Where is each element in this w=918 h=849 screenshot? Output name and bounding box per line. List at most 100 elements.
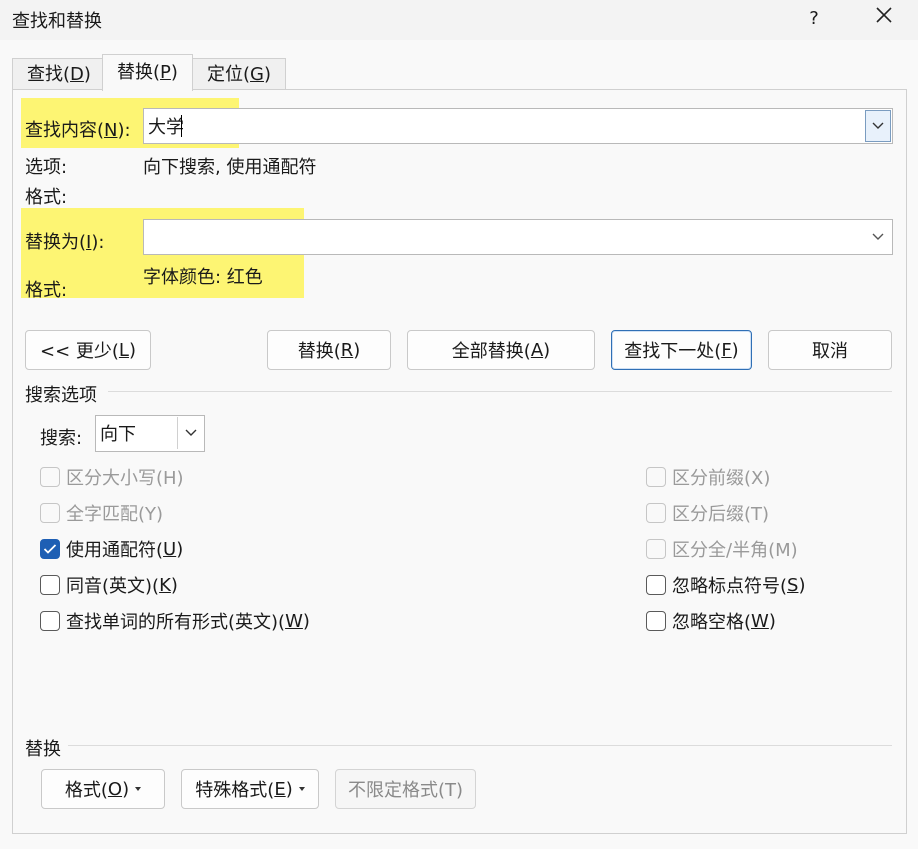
search-direction-value: 向下 [100, 424, 136, 445]
options-label: 选项: [25, 157, 68, 178]
whole-word-checkbox[interactable]: 全字匹配(Y) [40, 500, 163, 526]
text-caret [181, 115, 182, 137]
checkbox-box [646, 539, 666, 559]
replace-with-input[interactable] [143, 219, 893, 255]
tab-goto-suffix: ) [263, 64, 272, 85]
search-direction-label: 搜索: [40, 428, 83, 449]
replace-format-value: 字体颜色: 红色 [143, 267, 263, 288]
all-word-forms-label-text: 查找单词的所有形式(英文)( [66, 612, 286, 633]
use-wildcards-checkbox[interactable]: 使用通配符(U) [40, 536, 183, 562]
sounds-like-checkbox[interactable]: 同音(英文)(K) [40, 572, 178, 598]
find-history-dropdown[interactable] [865, 110, 891, 142]
find-next-button[interactable]: 查找下一处(F) [611, 330, 752, 370]
tab-find[interactable]: 查找(D) [12, 58, 106, 90]
checkbox-box [40, 611, 60, 631]
match-prefix-checkbox[interactable]: 区分前缀(X) [646, 464, 770, 490]
sounds-like-label-text: 同音(英文)( [66, 576, 160, 597]
format-button-label: 格式( [64, 780, 108, 801]
replace-all-button-label: 全部替换( [451, 341, 531, 362]
ignore-punctuation-checkbox[interactable]: 忽略标点符号(S) [646, 572, 806, 598]
ignore-whitespace-label-accel: W [751, 610, 769, 632]
replace-panel [12, 89, 907, 834]
all-word-forms-label-suffix: ) [302, 610, 310, 632]
no-formatting-button[interactable]: 不限定格式(T) [335, 769, 476, 809]
replace-section-heading: 替换 [25, 739, 61, 760]
special-button-accel: E [274, 778, 286, 800]
replace-history-dropdown[interactable] [865, 221, 891, 253]
ignore-whitespace-label-text: 忽略空格( [672, 612, 752, 633]
ignore-punctuation-label-accel: S [787, 574, 799, 596]
format-button-accel: O [107, 778, 123, 800]
format-button[interactable]: 格式(O) [41, 769, 165, 809]
use-wildcards-label-suffix: ) [176, 538, 184, 560]
checkbox-box [646, 503, 666, 523]
find-format-label: 格式: [25, 187, 68, 208]
use-wildcards-label-accel: U [163, 538, 177, 560]
ignore-punctuation-label-text: 忽略标点符号( [672, 576, 788, 597]
tab-replace-label: 替换( [117, 62, 161, 83]
replace-button-label: 替换( [297, 341, 341, 362]
less-button-label: << 更少( [40, 341, 119, 362]
sounds-like-label-accel: K [159, 574, 171, 596]
replace-format-label: 格式: [25, 280, 68, 301]
tab-goto[interactable]: 定位(G) [192, 58, 287, 90]
special-button-label: 特殊格式( [195, 780, 275, 801]
match-prefix-label: 区分前缀(X) [672, 468, 771, 489]
match-case-checkbox[interactable]: 区分大小写(H) [40, 464, 184, 490]
tab-replace[interactable]: 替换(P) [102, 54, 193, 91]
special-button[interactable]: 特殊格式(E) [181, 769, 319, 809]
replace-button-suffix: ) [353, 339, 361, 361]
search-options-heading: 搜索选项 [25, 385, 97, 406]
replace-section-divider [68, 745, 892, 746]
replace-all-button-accel: A [530, 339, 544, 361]
checkbox-box [40, 503, 60, 523]
ignore-punctuation-label-suffix: ) [798, 574, 806, 596]
match-case-label: 区分大小写(H) [66, 468, 184, 489]
tab-goto-label: 定位( [207, 64, 251, 85]
replace-with-label-suffix: ): [91, 232, 105, 253]
replace-all-button-suffix: ) [543, 339, 551, 361]
close-button[interactable] [862, 2, 906, 36]
search-direction-select[interactable]: 向下 [95, 415, 205, 452]
match-suffix-label: 区分后缀(T) [672, 504, 770, 525]
less-button-accel: L [118, 339, 129, 361]
chevron-down-icon [185, 429, 196, 436]
less-button[interactable]: << 更少(L) [25, 330, 151, 370]
find-next-button-suffix: ) [731, 339, 739, 361]
dropdown-arrow-icon [298, 787, 305, 791]
find-what-label-text: 查找内容( [25, 120, 105, 141]
chevron-down-icon [872, 122, 884, 129]
chevron-down-icon [872, 233, 884, 240]
replace-all-button[interactable]: 全部替换(A) [407, 330, 595, 370]
match-width-label: 区分全/半角(M) [672, 540, 798, 561]
match-width-checkbox[interactable]: 区分全/半角(M) [646, 536, 798, 562]
tab-replace-accel: P [160, 62, 171, 83]
all-word-forms-checkbox[interactable]: 查找单词的所有形式(英文)(W) [40, 608, 310, 634]
tab-find-accel: D [70, 64, 84, 85]
all-word-forms-label-accel: W [285, 610, 303, 632]
replace-button[interactable]: 替换(R) [267, 330, 391, 370]
close-icon [876, 7, 892, 23]
replace-button-accel: R [340, 339, 354, 361]
checkbox-box [40, 575, 60, 595]
find-what-label: 查找内容(N): [25, 116, 131, 142]
checkbox-box [40, 467, 60, 487]
replace-with-label-text: 替换为( [25, 232, 87, 253]
special-button-suffix: ) [285, 778, 293, 800]
find-what-value: 大学 [148, 117, 184, 138]
find-next-button-accel: F [721, 339, 732, 361]
ignore-whitespace-checkbox[interactable]: 忽略空格(W) [646, 608, 776, 634]
tab-replace-suffix: ) [170, 62, 178, 83]
dropdown-arrow-icon [135, 787, 142, 791]
checkbox-box [646, 467, 666, 487]
find-what-label-accel: N [104, 120, 118, 141]
cancel-button[interactable]: 取消 [768, 330, 892, 370]
replace-with-label: 替换为(I): [25, 228, 104, 254]
search-options-divider [108, 391, 892, 392]
use-wildcards-label-text: 使用通配符( [66, 540, 164, 561]
search-direction-dropdown[interactable] [177, 417, 203, 449]
help-button[interactable]: ? [796, 2, 832, 36]
match-suffix-checkbox[interactable]: 区分后缀(T) [646, 500, 769, 526]
find-replace-dialog: 查找和替换 ? 查找(D) 替换(P) 定位(G) 查找内容(N): 大学 选项… [0, 0, 918, 849]
find-what-input[interactable]: 大学 [143, 108, 893, 144]
